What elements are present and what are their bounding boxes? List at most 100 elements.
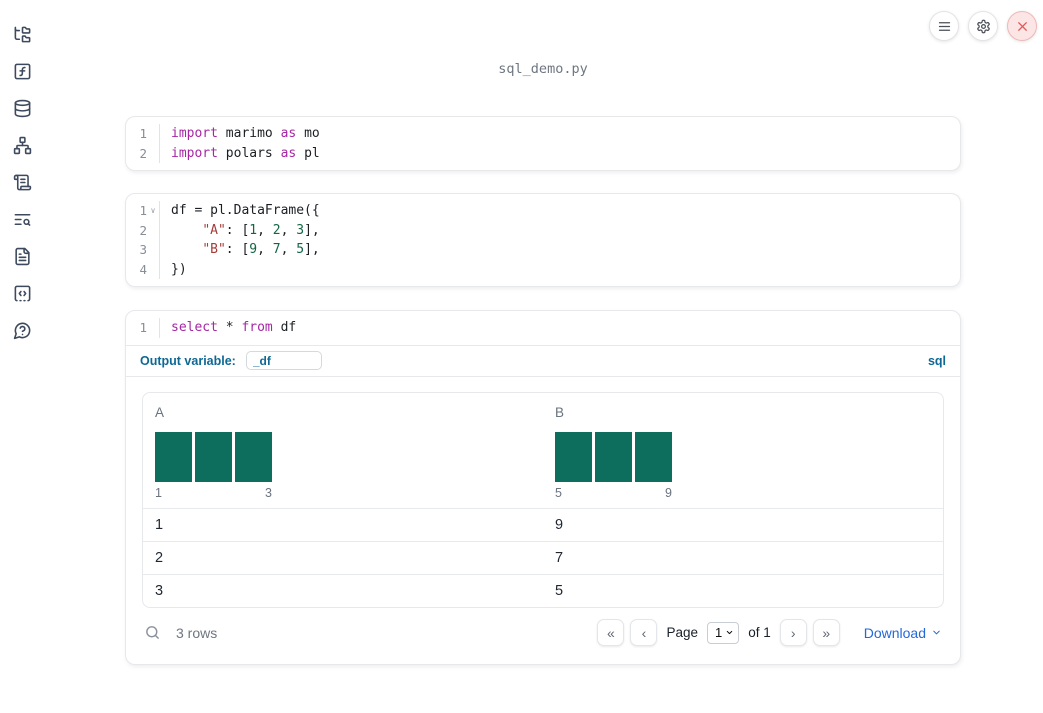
- line-number: 1: [139, 203, 147, 218]
- gear-icon: [976, 19, 990, 33]
- line-number: 4: [139, 261, 147, 277]
- histogram-bar: [195, 431, 232, 482]
- scroll-icon[interactable]: [12, 172, 32, 192]
- table-footer: 3 rows « ‹ Page 1 of 1 › » Download: [142, 608, 944, 658]
- table-cell: 7: [555, 549, 564, 566]
- sidebar: [0, 0, 44, 713]
- page-label: Page: [666, 625, 698, 640]
- histogram-axis-labels: 1 3: [155, 486, 272, 500]
- dependency-graph-icon[interactable]: [12, 135, 32, 155]
- close-icon: [1017, 21, 1027, 31]
- code-line[interactable]: 4}): [126, 259, 960, 279]
- help-bubble-icon[interactable]: [12, 320, 32, 340]
- histogram-bar: [595, 431, 632, 482]
- chevron-down-icon: [726, 630, 733, 635]
- histogram-bar: [235, 431, 272, 482]
- table-header: A 1 3 B 5 9: [143, 393, 943, 508]
- next-page-button[interactable]: ›: [779, 619, 807, 646]
- line-number: 2: [139, 145, 147, 161]
- code-text: "B": [9, 7, 5],: [202, 242, 320, 257]
- page-select[interactable]: 1: [706, 621, 740, 644]
- line-gutter: 3: [126, 240, 160, 260]
- column-header-a: A 1 3: [143, 403, 543, 508]
- code-line[interactable]: 2 "A": [1, 2, 3],: [126, 220, 960, 240]
- code-snippet-icon[interactable]: [12, 283, 32, 303]
- line-number: 3: [139, 242, 147, 257]
- output-variable-input[interactable]: [245, 351, 322, 370]
- row-count: 3 rows: [176, 624, 218, 641]
- page-total-label: of 1: [748, 625, 771, 640]
- marimo-app: sql_demo.py 1 import marimo as mo 2 import …: [0, 0, 1043, 713]
- download-button[interactable]: Download: [864, 625, 942, 641]
- code-line[interactable]: 1 ∨ df = pl.DataFrame({: [126, 201, 960, 221]
- line-gutter: 1: [126, 124, 160, 144]
- function-square-icon[interactable]: [12, 61, 32, 81]
- column-name: A: [155, 404, 165, 420]
- sql-cell: 1 select * from df Output variable: sql A…: [125, 310, 961, 665]
- table-cell: 9: [555, 516, 564, 533]
- table-cell: 2: [155, 549, 164, 566]
- language-badge: sql: [927, 353, 946, 368]
- column-header-b: B 5 9: [543, 403, 943, 508]
- line-number: 1: [139, 126, 147, 141]
- code-cell-dataframe[interactable]: 1 ∨ df = pl.DataFrame({2 "A": [1, 2, 3], 3 …: [125, 193, 961, 287]
- histogram-a: [155, 431, 272, 482]
- code-text: select * from df: [171, 320, 297, 335]
- line-number: 2: [139, 222, 147, 238]
- line-gutter: 2: [126, 220, 160, 240]
- table-cell: 1: [155, 516, 164, 533]
- line-gutter: 1 ∨: [126, 201, 160, 221]
- hist-min-label: 5: [555, 485, 562, 500]
- sql-cell-footer: Output variable: sql: [126, 344, 960, 376]
- chevron-down-icon: [933, 630, 940, 635]
- code-editor[interactable]: 1 ∨ df = pl.DataFrame({2 "A": [1, 2, 3], 3 …: [126, 194, 960, 286]
- notebook: sql_demo.py 1 import marimo as mo 2 import …: [125, 0, 961, 665]
- cell-output: A 1 3 B 5 9 1 9 2 7 3 5 3 rows « ‹ Page …: [126, 375, 960, 664]
- hist-min-label: 1: [155, 485, 162, 500]
- table-search-button[interactable]: 3 rows: [144, 624, 217, 641]
- hist-max-label: 9: [665, 485, 672, 500]
- database-icon[interactable]: [12, 98, 32, 118]
- histogram-b: [555, 431, 672, 482]
- settings-button[interactable]: [968, 11, 998, 41]
- code-text: }): [171, 261, 187, 277]
- last-page-button[interactable]: »: [812, 619, 840, 646]
- document-icon[interactable]: [12, 246, 32, 266]
- table-row: 19: [143, 507, 943, 541]
- code-line[interactable]: 3 "B": [9, 7, 5],: [126, 240, 960, 260]
- code-text: import marimo as mo: [171, 126, 320, 141]
- code-editor[interactable]: 1 import marimo as mo 2 import polars as pl: [126, 117, 960, 170]
- first-page-button[interactable]: «: [597, 619, 625, 646]
- output-variable-label: Output variable:: [140, 353, 236, 368]
- table-row: 35: [143, 573, 943, 607]
- download-label: Download: [863, 624, 926, 641]
- previous-page-button[interactable]: ‹: [630, 619, 658, 646]
- code-line[interactable]: 2 import polars as pl: [126, 143, 960, 163]
- notebook-filename: sql_demo.py: [498, 61, 588, 77]
- code-line[interactable]: 1 select * from df: [126, 318, 960, 338]
- line-number: 1: [139, 320, 147, 335]
- data-table: A 1 3 B 5 9 1 9 2 7 3 5: [142, 391, 944, 608]
- fold-icon[interactable]: ∨: [147, 201, 159, 221]
- shutdown-button[interactable]: [1007, 11, 1037, 41]
- table-row: 27: [143, 540, 943, 574]
- table-cell: 3: [155, 582, 164, 599]
- page-select-value: 1: [714, 625, 723, 640]
- code-editor[interactable]: 1 select * from df: [126, 311, 960, 345]
- histogram-axis-labels: 5 9: [555, 486, 672, 500]
- code-text: df = pl.DataFrame({: [171, 203, 320, 218]
- code-text: "A": [1, 2, 3],: [202, 222, 320, 238]
- code-cell-imports[interactable]: 1 import marimo as mo 2 import polars as pl: [125, 116, 961, 171]
- file-tree-icon[interactable]: [12, 24, 32, 44]
- table-body: 192735: [143, 507, 943, 607]
- line-gutter: 1: [126, 318, 160, 338]
- line-gutter: 4: [126, 259, 160, 279]
- table-cell: 5: [555, 582, 564, 599]
- histogram-bar: [155, 431, 192, 482]
- hist-max-label: 3: [265, 485, 272, 500]
- search-icon: [146, 626, 159, 639]
- code-line[interactable]: 1 import marimo as mo: [126, 124, 960, 144]
- code-text: import polars as pl: [171, 145, 320, 161]
- list-search-icon[interactable]: [12, 209, 32, 229]
- pagination: « ‹ Page 1 of 1 › » Download: [597, 619, 942, 646]
